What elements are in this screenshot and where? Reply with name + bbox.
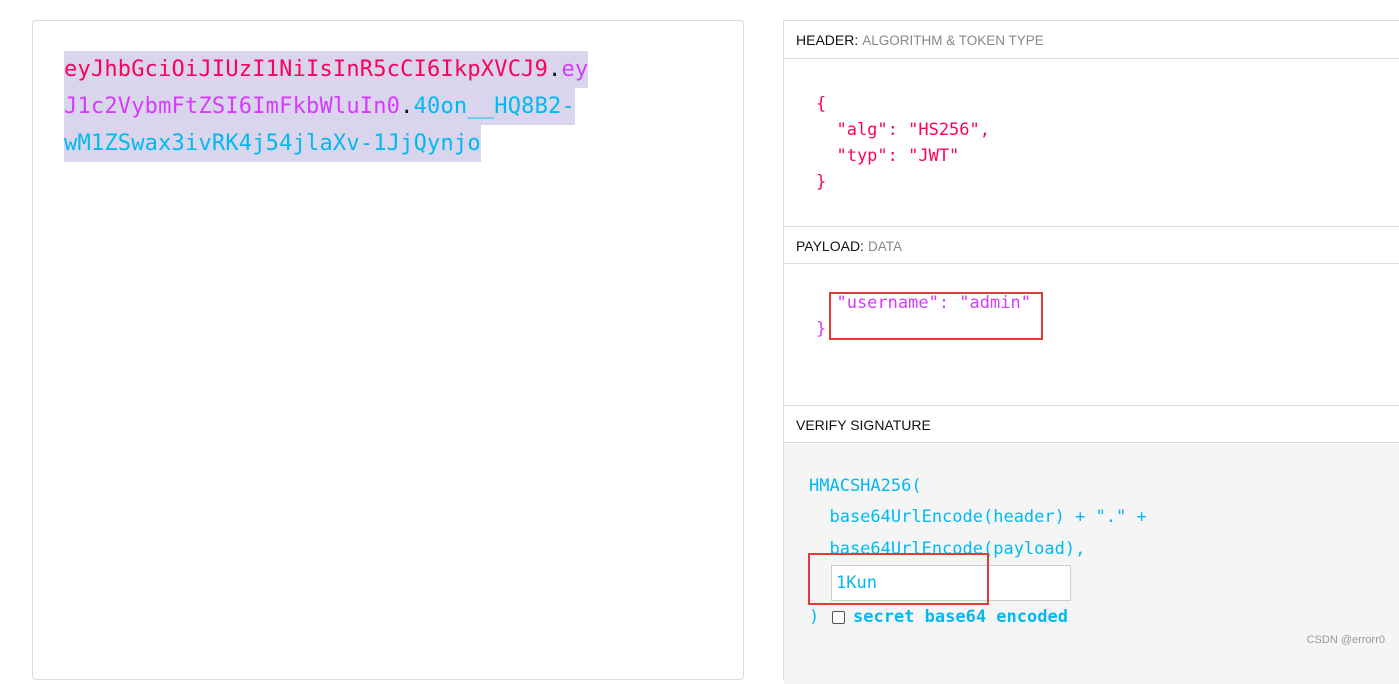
- signature-header-line: base64UrlEncode(header) + "." +: [809, 505, 1147, 529]
- header-json-line: "alg": "HS256",: [816, 117, 990, 143]
- header-json-editor[interactable]: { "alg": "HS256", "typ": "JWT"}: [816, 91, 990, 195]
- secret-base64-checkbox[interactable]: [832, 611, 845, 624]
- verify-title: VERIFY SIGNATURE: [796, 417, 931, 433]
- decoded-panel: HEADER: ALGORITHM & TOKEN TYPE { "alg": "…: [783, 20, 1399, 680]
- highlight-box-secret: [808, 553, 989, 605]
- header-subtitle: ALGORITHM & TOKEN TYPE: [862, 33, 1044, 48]
- token-payload-part: J1c2VybmFtZSI6ImFkbWluIn0: [64, 94, 400, 119]
- token-line-2: J1c2VybmFtZSI6ImFkbWluIn0.40on__HQ8B2-: [64, 88, 575, 125]
- encoded-token-text[interactable]: eyJhbGciOiJIUzI1NiIsInR5cCI6IkpXVCJ9.ey …: [64, 51, 664, 162]
- highlight-box-payload: [829, 292, 1043, 340]
- watermark: CSDN @errorr0: [1307, 634, 1385, 646]
- encoded-token-panel[interactable]: eyJhbGciOiJIUzI1NiIsInR5cCI6IkpXVCJ9.ey …: [32, 20, 744, 680]
- verify-signature-body: HMACSHA256( base64UrlEncode(header) + ".…: [784, 444, 1399, 684]
- header-json-line: {: [816, 91, 990, 117]
- token-header-part: eyJhbGciOiJIUzI1NiIsInR5cCI6IkpXVCJ9: [64, 57, 548, 82]
- payload-section-title: PAYLOAD: DATA: [784, 226, 1399, 264]
- header-title: HEADER:: [796, 32, 858, 48]
- token-line-3: wM1ZSwax3ivRK4j54jlaXv-1JjQynjo: [64, 125, 481, 162]
- payload-title: PAYLOAD:: [796, 238, 864, 254]
- signature-close-paren: ): [809, 605, 819, 629]
- token-dot: .: [548, 57, 561, 82]
- token-signature-part: wM1ZSwax3ivRK4j54jlaXv-1JjQynjo: [64, 131, 481, 156]
- token-signature-part: 40on__HQ8B2-: [414, 94, 575, 119]
- signature-function-line: HMACSHA256(: [809, 474, 922, 498]
- payload-subtitle: DATA: [868, 239, 902, 254]
- header-json-line: }: [816, 169, 990, 195]
- token-line-1: eyJhbGciOiJIUzI1NiIsInR5cCI6IkpXVCJ9.ey: [64, 51, 588, 88]
- header-section-title: HEADER: ALGORITHM & TOKEN TYPE: [784, 21, 1399, 59]
- header-json-line: "typ": "JWT": [816, 143, 990, 169]
- verify-section-title: VERIFY SIGNATURE: [784, 405, 1399, 443]
- token-payload-part: ey: [561, 57, 588, 82]
- token-dot: .: [400, 94, 413, 119]
- secret-base64-label[interactable]: secret base64 encoded: [853, 605, 1068, 629]
